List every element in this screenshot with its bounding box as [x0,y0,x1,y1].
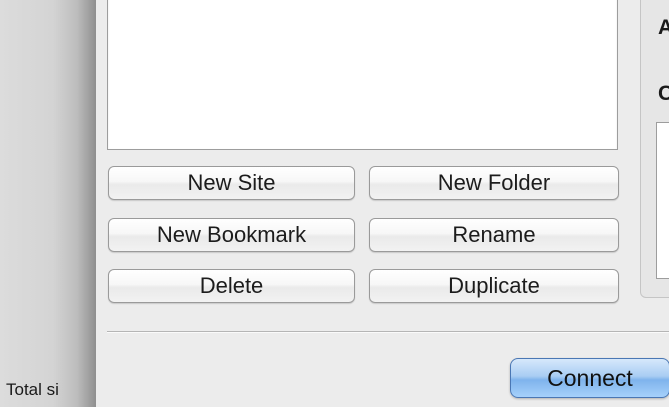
new-folder-button[interactable]: New Folder [369,166,619,200]
divider [107,331,669,333]
duplicate-button[interactable]: Duplicate [369,269,619,303]
settings-section-label: A [658,16,669,39]
rename-button[interactable]: Rename [369,218,619,252]
new-bookmark-button[interactable]: New Bookmark [108,218,355,252]
new-site-button[interactable]: New Site [108,166,355,200]
site-tree-list[interactable] [107,0,618,150]
delete-button[interactable]: Delete [108,269,355,303]
comments-textarea[interactable] [656,122,669,279]
connect-button[interactable]: Connect [510,358,669,398]
background-window: Total si [0,0,96,407]
screen: Total si New Site New Folder New Bookmar… [0,0,669,407]
status-bar-text: Total si [6,380,59,399]
comments-label: C [658,82,669,105]
site-manager-dialog: New Site New Folder New Bookmark Rename … [96,0,669,407]
